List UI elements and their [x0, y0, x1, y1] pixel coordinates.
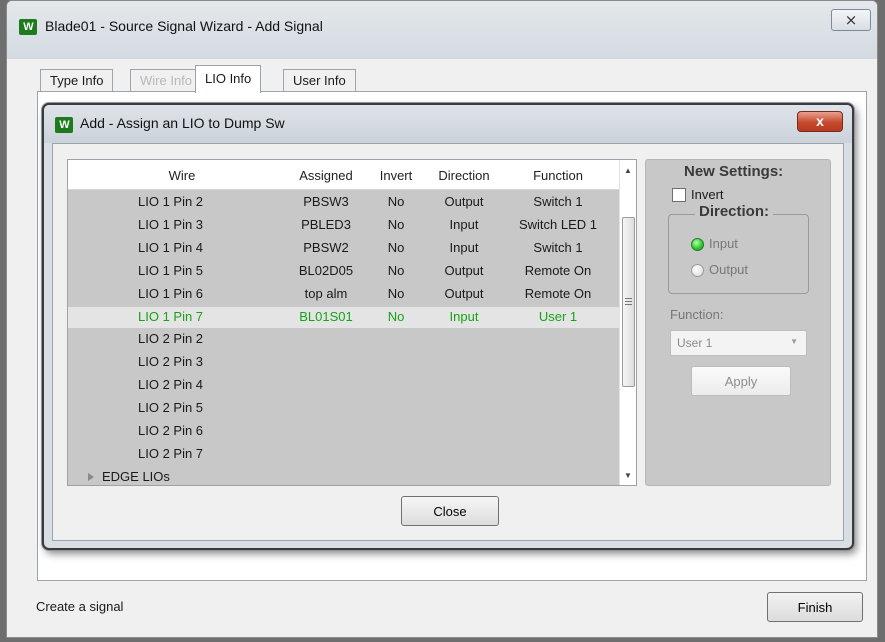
- window-title: Blade01 - Source Signal Wizard - Add Sig…: [45, 18, 323, 34]
- direction-title: Direction:: [695, 203, 774, 220]
- cell-wire: LIO 2 Pin 6: [138, 423, 204, 438]
- cell-invert: No: [387, 216, 405, 232]
- cell-wire: LIO 2 Pin 3: [138, 354, 204, 370]
- column-header-direction[interactable]: Direction: [426, 168, 502, 183]
- cell-assigned: PBSW3: [303, 194, 349, 209]
- cell-invert: No: [387, 194, 405, 209]
- window-close-button[interactable]: ⨯: [831, 9, 871, 31]
- cell-direction: Output: [444, 194, 484, 209]
- dialog-titlebar: W Add - Assign an LIO to Dump Sw x: [44, 105, 852, 143]
- cell-wire: LIO 1 Pin 7: [138, 308, 204, 324]
- table-row[interactable]: LIO 2 Pin 2: [68, 329, 620, 350]
- radio-input[interactable]: [691, 238, 704, 251]
- cell-assigned: PBLED3: [301, 216, 351, 232]
- column-header-wire[interactable]: Wire: [152, 168, 212, 183]
- table-row[interactable]: LIO 1 Pin 2 PBSW3 No Output Switch 1: [68, 192, 620, 213]
- cell-function: Switch 1: [533, 239, 583, 255]
- dialog-close-icon[interactable]: x: [797, 111, 843, 132]
- cell-function: Remote On: [524, 285, 592, 301]
- cell-invert: No: [387, 262, 405, 278]
- cell-function: Switch 1: [533, 194, 583, 209]
- function-label: Function:: [670, 307, 724, 322]
- assign-lio-dialog: W Add - Assign an LIO to Dump Sw x Wire …: [42, 103, 854, 550]
- table-row[interactable]: LIO 2 Pin 6: [68, 421, 620, 442]
- cell-wire: LIO 1 Pin 4: [138, 239, 204, 255]
- cell-assigned: PBSW2: [303, 239, 349, 255]
- status-text: Create a signal: [36, 599, 124, 614]
- cell-invert: No: [387, 239, 405, 255]
- cell-wire: LIO 1 Pin 5: [138, 262, 204, 278]
- cell-direction: Input: [449, 216, 479, 232]
- list-scrollbar[interactable]: ▲ ▼: [619, 160, 636, 485]
- expand-arrow-icon[interactable]: [88, 473, 94, 481]
- column-header-function[interactable]: Function: [506, 168, 610, 183]
- table-row[interactable]: LIO 2 Pin 5: [68, 398, 620, 419]
- cell-direction: Output: [444, 262, 484, 278]
- cell-direction: Input: [449, 308, 479, 324]
- cell-function: User 1: [538, 308, 578, 324]
- tab-wire-info[interactable]: Wire Info: [130, 69, 203, 93]
- app-logo-icon: W: [55, 117, 73, 133]
- cell-direction: Output: [444, 285, 484, 301]
- tab-lio-info[interactable]: LIO Info: [195, 65, 262, 93]
- tab-type-info[interactable]: Type Info: [40, 69, 114, 93]
- column-header-invert[interactable]: Invert: [372, 168, 420, 183]
- table-row[interactable]: LIO 1 Pin 4 PBSW2 No Input Switch 1: [68, 238, 620, 259]
- function-select[interactable]: User 1 ▼: [670, 330, 807, 356]
- cell-function: Remote On: [524, 262, 592, 278]
- scroll-up-icon[interactable]: ▲: [624, 166, 632, 175]
- scroll-thumb[interactable]: [622, 217, 635, 387]
- close-button[interactable]: Close: [401, 496, 499, 526]
- cell-wire: LIO 1 Pin 3: [138, 216, 204, 232]
- dialog-body: Wire Assigned Invert Direction Function …: [52, 143, 844, 541]
- dialog-title: Add - Assign an LIO to Dump Sw: [80, 115, 285, 131]
- table-row[interactable]: LIO 1 Pin 5 BL02D05 No Output Remote On: [68, 261, 620, 282]
- window-titlebar: W Blade01 - Source Signal Wizard - Add S…: [7, 1, 877, 59]
- group-label: EDGE LIOs: [102, 469, 170, 484]
- chevron-down-icon: ▼: [790, 337, 798, 346]
- cell-direction: Input: [449, 239, 479, 255]
- table-row[interactable]: LIO 2 Pin 7: [68, 444, 620, 465]
- table-row[interactable]: LIO 1 Pin 3 PBLED3 No Input Switch LED 1: [68, 215, 620, 236]
- list-header: Wire Assigned Invert Direction Function: [68, 160, 620, 190]
- app-logo-icon: W: [19, 19, 37, 35]
- cell-wire: LIO 2 Pin 5: [138, 400, 204, 416]
- lio-list[interactable]: Wire Assigned Invert Direction Function …: [67, 159, 637, 486]
- table-row[interactable]: LIO 1 Pin 7 BL01S01 No Input User 1: [68, 306, 620, 328]
- settings-panel: New Settings: Invert Direction: Input Ou…: [645, 159, 831, 486]
- invert-checkbox[interactable]: [672, 188, 686, 202]
- radio-output[interactable]: [691, 264, 704, 277]
- grip-icon: [625, 298, 632, 305]
- cell-assigned: BL02D05: [298, 262, 354, 278]
- cell-wire: LIO 1 Pin 6: [138, 285, 204, 301]
- apply-button[interactable]: Apply: [691, 366, 791, 396]
- tab-user-info[interactable]: User Info: [283, 69, 356, 93]
- cell-wire: LIO 1 Pin 2: [138, 194, 204, 209]
- new-settings-title: New Settings:: [680, 163, 788, 180]
- radio-output-label[interactable]: Output: [709, 262, 748, 277]
- cell-assigned: BL01S01: [299, 308, 353, 324]
- invert-label[interactable]: Invert: [691, 187, 724, 202]
- finish-button[interactable]: Finish: [767, 592, 863, 622]
- cell-assigned: top alm: [304, 285, 348, 301]
- cell-function: Switch LED 1: [518, 216, 598, 232]
- table-row[interactable]: LIO 1 Pin 6 top alm No Output Remote On: [68, 284, 620, 305]
- table-row[interactable]: LIO 2 Pin 3: [68, 352, 620, 373]
- function-select-value: User 1: [677, 336, 713, 350]
- tree-group-edge-lios[interactable]: EDGE LIOs: [68, 467, 620, 485]
- cell-wire: LIO 2 Pin 7: [138, 445, 204, 461]
- cell-wire: LIO 2 Pin 4: [138, 377, 204, 393]
- column-header-assigned[interactable]: Assigned: [290, 168, 362, 183]
- table-row[interactable]: LIO 2 Pin 4: [68, 375, 620, 396]
- direction-group: Direction: Input Output: [668, 203, 809, 294]
- cell-wire: LIO 2 Pin 2: [138, 331, 204, 347]
- radio-input-label[interactable]: Input: [709, 236, 738, 251]
- cell-invert: No: [387, 308, 405, 324]
- scroll-down-icon[interactable]: ▼: [624, 471, 632, 480]
- cell-invert: No: [387, 285, 405, 301]
